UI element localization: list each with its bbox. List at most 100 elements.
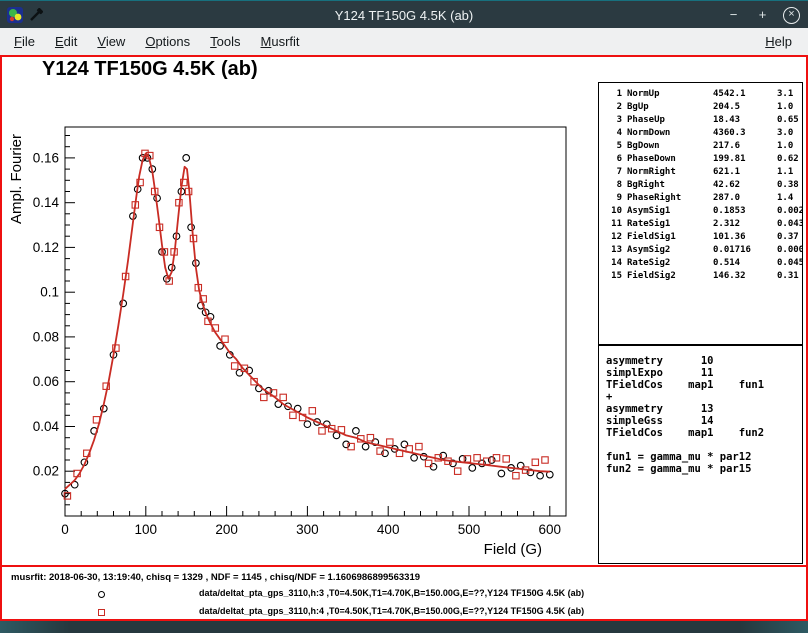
param-pname: BgRight — [627, 179, 713, 192]
maximize-button[interactable]: + — [754, 7, 771, 24]
param-pnum: 10 — [605, 205, 627, 218]
param-pnum: 9 — [605, 192, 627, 205]
param-perr: 0.37 — [777, 231, 802, 244]
param-perr: 0.31 — [777, 270, 802, 283]
param-row: 10AsymSig10.18530.0028 — [605, 205, 802, 218]
menu-edit[interactable]: Edit — [45, 30, 87, 53]
menu-tools[interactable]: Tools — [200, 30, 250, 53]
menu-help[interactable]: Help — [755, 30, 802, 53]
svg-text:0: 0 — [61, 522, 69, 537]
svg-text:Ampl. Fourier: Ampl. Fourier — [8, 134, 25, 224]
param-pname: BgDown — [627, 140, 713, 153]
param-pval: 4360.3 — [713, 127, 777, 140]
param-pname: BgUp — [627, 101, 713, 114]
musrview-window: Y124 TF150G 4.5K (ab) − + × FileEditView… — [0, 0, 808, 633]
param-perr: 3.0 — [777, 127, 802, 140]
tool-icon — [29, 8, 43, 22]
param-pnum: 8 — [605, 179, 627, 192]
close-button[interactable]: × — [783, 7, 800, 24]
square-marker-icon — [98, 609, 105, 616]
param-pnum: 15 — [605, 270, 627, 283]
param-perr: 0.0028 — [777, 205, 803, 218]
param-pname: AsymSig1 — [627, 205, 713, 218]
svg-text:0.1: 0.1 — [40, 285, 59, 300]
svg-text:200: 200 — [215, 522, 238, 537]
param-perr: 3.1 — [777, 88, 802, 101]
param-row: 11RateSig12.3120.043 — [605, 218, 802, 231]
param-row: 3PhaseUp18.430.65 — [605, 114, 802, 127]
parameter-statbox[interactable]: 1NormUp4542.13.12BgUp204.51.03PhaseUp18.… — [598, 82, 803, 345]
param-perr: 0.043 — [777, 218, 803, 231]
param-pval: 0.01716 — [713, 244, 777, 257]
theory-statbox[interactable]: asymmetry 10simplExpo 11TFieldCos map1 f… — [598, 345, 803, 564]
svg-text:300: 300 — [296, 522, 319, 537]
root-canvas[interactable]: Y124 TF150G 4.5K (ab) 010020030040050060… — [0, 55, 808, 621]
fourier-plot[interactable]: 01002003004005006000.020.040.060.080.10.… — [2, 57, 597, 569]
svg-text:0.04: 0.04 — [33, 419, 60, 434]
param-pname: FieldSig2 — [627, 270, 713, 283]
theory-line: asymmetry 13 — [606, 403, 802, 415]
svg-text:100: 100 — [135, 522, 158, 537]
theory-line: fun2 = gamma_mu * par15 — [606, 463, 802, 475]
param-pnum: 7 — [605, 166, 627, 179]
theory-line: simplExpo 11 — [606, 367, 802, 379]
param-pval: 199.81 — [713, 153, 777, 166]
svg-text:500: 500 — [458, 522, 481, 537]
param-row: 1NormUp4542.13.1 — [605, 88, 802, 101]
param-perr: 1.0 — [777, 140, 802, 153]
menu-musrfit[interactable]: Musrfit — [251, 30, 310, 53]
minimize-button[interactable]: − — [725, 7, 742, 24]
param-pnum: 11 — [605, 218, 627, 231]
param-pname: NormDown — [627, 127, 713, 140]
param-pnum: 6 — [605, 153, 627, 166]
menu-options[interactable]: Options — [135, 30, 200, 53]
param-pnum: 13 — [605, 244, 627, 257]
param-perr: 1.0 — [777, 101, 802, 114]
param-pval: 0.1853 — [713, 205, 777, 218]
theory-line: fun1 = gamma_mu * par12 — [606, 451, 802, 463]
param-pval: 621.1 — [713, 166, 777, 179]
param-pval: 0.514 — [713, 257, 777, 270]
param-pname: RateSig2 — [627, 257, 713, 270]
param-row: 5BgDown217.61.0 — [605, 140, 802, 153]
param-perr: 0.045 — [777, 257, 803, 270]
theory-line: + — [606, 391, 802, 403]
param-pnum: 14 — [605, 257, 627, 270]
param-row: 9PhaseRight287.01.4 — [605, 192, 802, 205]
param-pval: 146.32 — [713, 270, 777, 283]
param-row: 8BgRight42.620.38 — [605, 179, 802, 192]
svg-text:0.08: 0.08 — [33, 329, 59, 344]
theory-line: asymmetry 10 — [606, 355, 802, 367]
param-pnum: 3 — [605, 114, 627, 127]
param-perr: 0.38 — [777, 179, 802, 192]
info-pad: musrfit: 2018-06-30, 13:19:40, chisq = 1… — [2, 565, 806, 619]
titlebar[interactable]: Y124 TF150G 4.5K (ab) − + × — [0, 0, 808, 29]
legend-row: data/deltat_pta_gps_3110,h:3 ,T0=4.50K,T… — [2, 587, 806, 605]
theory-line: simpleGss 14 — [606, 415, 802, 427]
app-icon — [7, 7, 23, 23]
menu-view[interactable]: View — [87, 30, 135, 53]
svg-text:0.02: 0.02 — [33, 464, 59, 479]
param-row: 15FieldSig2146.320.31 — [605, 270, 802, 283]
svg-text:0.16: 0.16 — [33, 150, 59, 165]
param-pname: RateSig1 — [627, 218, 713, 231]
theory-line: TFieldCos map1 fun2 — [606, 427, 802, 439]
svg-text:600: 600 — [539, 522, 562, 537]
param-pnum: 4 — [605, 127, 627, 140]
menu-file[interactable]: File — [4, 30, 45, 53]
param-pval: 4542.1 — [713, 88, 777, 101]
circle-marker-icon — [98, 591, 105, 598]
legend-label: data/deltat_pta_gps_3110,h:3 ,T0=4.50K,T… — [199, 588, 584, 598]
window-title: Y124 TF150G 4.5K (ab) — [0, 8, 808, 23]
param-pname: FieldSig1 — [627, 231, 713, 244]
param-pval: 217.6 — [713, 140, 777, 153]
param-row: 7NormRight621.11.1 — [605, 166, 802, 179]
param-pval: 2.312 — [713, 218, 777, 231]
param-pval: 42.62 — [713, 179, 777, 192]
theory-line: TFieldCos map1 fun1 — [606, 379, 802, 391]
param-row: 13AsymSig20.017160.00098 — [605, 244, 802, 257]
param-row: 6PhaseDown199.810.62 — [605, 153, 802, 166]
param-pname: NormUp — [627, 88, 713, 101]
param-pnum: 2 — [605, 101, 627, 114]
param-pname: NormRight — [627, 166, 713, 179]
